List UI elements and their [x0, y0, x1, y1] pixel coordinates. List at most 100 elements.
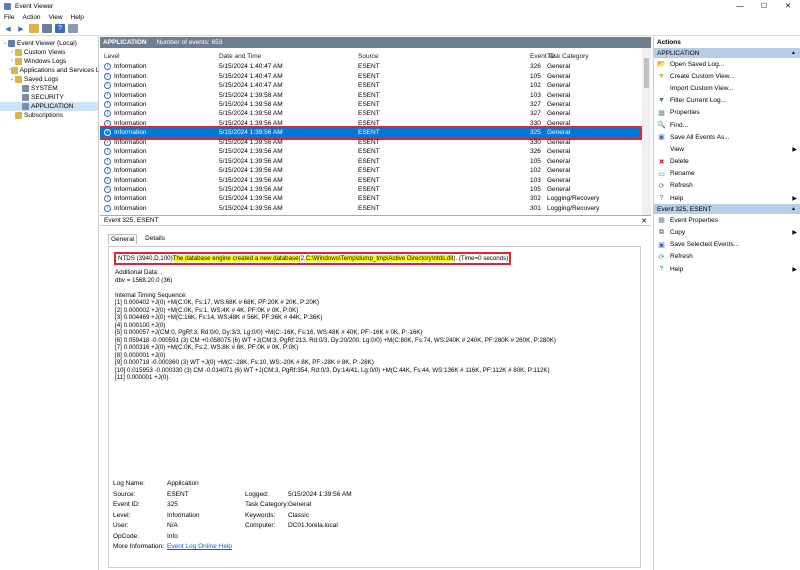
event-level-text: Information [114, 129, 147, 137]
description-line: [4] 0.000100 +J(0) [115, 321, 166, 329]
delete-icon: ✖ [658, 158, 665, 166]
event-row[interactable]: i Information 5/15/2024 1:39:56 AM ESENT 105… [100, 157, 640, 166]
event-row[interactable]: i Information 5/15/2024 1:39:58 AM ESENT 327… [100, 100, 640, 109]
action-find[interactable]: 🔍 Find... [654, 119, 800, 131]
event-list-scrollbar[interactable] [642, 48, 651, 218]
event-row[interactable]: i Information 5/15/2024 1:39:56 AM ESENT 325… [100, 126, 642, 140]
action-event-properties[interactable]: ▦ Event Properties [654, 214, 800, 226]
back-arrow-icon[interactable]: ◀ [3, 24, 13, 33]
information-icon: i [104, 100, 111, 108]
event-row[interactable]: i Information 5/15/2024 1:40:47 AM ESENT 102… [100, 81, 640, 90]
properties-icon[interactable] [42, 24, 52, 33]
center-pane: APPLICATION Number of events: 653 Level … [100, 37, 651, 570]
tab-general[interactable]: General [108, 234, 138, 244]
event-id: 327 [530, 110, 541, 118]
event-properties-icon: ▦ [658, 217, 665, 225]
column-headers: Level Date and Time Source Event ID Task… [100, 52, 640, 61]
action-refresh[interactable]: ⟳ Refresh [654, 251, 800, 263]
event-log-online-help-link[interactable]: Event Log Online Help [167, 543, 232, 550]
event-row[interactable]: i Information 5/15/2024 1:39:56 AM ESENT 330… [100, 119, 640, 128]
detail-close-icon[interactable]: ✕ [641, 217, 647, 225]
event-source: ESENT [358, 148, 380, 156]
tree-node-icon [15, 49, 22, 56]
console-icon[interactable] [68, 24, 78, 33]
event-row[interactable]: i Information 5/15/2024 1:40:47 AM ESENT 326… [100, 62, 640, 71]
description-line: [8] 0.000001 +J(0) [115, 351, 166, 359]
event-row[interactable]: i Information 5/15/2024 1:39:56 AM ESENT 103… [100, 175, 640, 184]
prop-label-event-id: Event ID: [113, 501, 140, 508]
action-open-saved-log[interactable]: 📂 Open Saved Log... [654, 58, 800, 70]
tree-item-saved-logs[interactable]: ⌄ Saved Logs [0, 75, 98, 84]
event-row[interactable]: i Information 5/15/2024 1:39:56 AM ESENT 330… [100, 138, 640, 147]
action-copy[interactable]: ⧉ Copy ▶ [654, 226, 800, 238]
collapse-icon[interactable]: ▲ [791, 50, 796, 56]
column-level[interactable]: Level [104, 53, 120, 60]
action-import-custom-view[interactable]: Import Custom View... [654, 82, 800, 94]
tree-item-security[interactable]: SECURITY [0, 93, 98, 102]
tree-item-custom-views[interactable]: › Custom Views [0, 48, 98, 57]
column-task-category[interactable]: Task Category [547, 53, 589, 60]
log-name: APPLICATION [103, 39, 147, 46]
action-label: Save All Events As... [670, 133, 730, 141]
prop-level: Information [167, 511, 200, 519]
information-icon: i [104, 157, 111, 165]
menu-view[interactable]: View [49, 14, 63, 21]
actions-section-event[interactable]: Event 325, ESENT ▲ [654, 204, 800, 215]
help-icon[interactable]: ? [55, 24, 65, 33]
event-row[interactable]: i Information 5/15/2024 1:39:56 AM ESENT 301… [100, 204, 640, 213]
column-source[interactable]: Source [358, 53, 379, 60]
prop-task-category: General [288, 501, 312, 508]
action-filter-current-log[interactable]: ▼ Filter Current Log... [654, 95, 800, 107]
actions-section-application[interactable]: APPLICATION ▲ [654, 48, 800, 58]
action-save-all-events-as[interactable]: ▣ Save All Events As... [654, 131, 800, 143]
collapse-icon[interactable]: ▲ [791, 206, 796, 212]
event-row[interactable]: i Information 5/15/2024 1:39:56 AM ESENT 105… [100, 185, 640, 194]
event-row[interactable]: i Information 5/15/2024 1:40:47 AM ESENT 105… [100, 71, 640, 80]
description-line: [10] 0.015953 -0.000330 (3) CM -0.014071… [115, 366, 550, 374]
tree-item-application[interactable]: APPLICATION [0, 102, 98, 111]
scrollbar-thumb[interactable] [644, 58, 649, 88]
find-icon: 🔍 [657, 122, 666, 130]
event-row[interactable]: i Information 5/15/2024 1:39:58 AM ESENT 327… [100, 109, 640, 118]
action-view[interactable]: View ▶ [654, 143, 800, 155]
maximize-button[interactable]: ☐ [752, 0, 776, 12]
event-id: 102 [530, 167, 541, 175]
action-help[interactable]: ? Help ▶ [654, 192, 800, 204]
action-delete[interactable]: ✖ Delete [654, 156, 800, 168]
event-date: 5/15/2024 1:39:56 AM [219, 186, 283, 194]
event-category: General [547, 148, 571, 156]
minimize-button[interactable]: — [728, 0, 752, 12]
event-row[interactable]: i Information 5/15/2024 1:39:56 AM ESENT 102… [100, 166, 640, 175]
action-create-custom-view[interactable]: ▼ Create Custom View... [654, 70, 800, 82]
event-level-text: Information [114, 100, 147, 108]
folder-icon[interactable] [29, 24, 39, 33]
column-date[interactable]: Date and Time [219, 53, 261, 60]
event-row[interactable]: i Information 5/15/2024 1:39:56 AM ESENT 326… [100, 147, 640, 156]
tree-item-applications-and-services-lo[interactable]: › Applications and Services Lo [0, 66, 98, 75]
event-date: 5/15/2024 1:39:58 AM [219, 110, 283, 118]
menu-file[interactable]: File [4, 14, 14, 21]
tree-item-subscriptions[interactable]: Subscriptions [0, 111, 98, 120]
menu-help[interactable]: Help [71, 14, 84, 21]
action-rename[interactable]: ▭ Rename [654, 168, 800, 180]
tree-item-windows-logs[interactable]: › Windows Logs [0, 57, 98, 66]
tree-item-event-viewer-local[interactable]: ⌄ Event Viewer (Local) [0, 39, 98, 48]
event-row[interactable]: i Information 5/15/2024 1:39:58 AM ESENT 103… [100, 90, 640, 99]
tree-item-system[interactable]: SYSTEM [0, 84, 98, 93]
submenu-arrow-icon: ▶ [792, 146, 797, 153]
tab-details[interactable]: Details [143, 234, 167, 244]
action-properties[interactable]: ▦ Properties [654, 107, 800, 119]
information-icon: i [104, 167, 111, 175]
menu-action[interactable]: Action [22, 14, 40, 21]
action-help[interactable]: ? Help ▶ [654, 263, 800, 275]
event-row[interactable]: i Information 5/15/2024 1:39:56 AM ESENT 302… [100, 194, 640, 203]
description-line: dbv = 1568.20.0 (36) [115, 276, 173, 284]
prop-label-user: User: [113, 522, 129, 529]
forward-arrow-icon[interactable]: ▶ [16, 24, 26, 33]
event-level: i Information [104, 100, 147, 108]
action-refresh[interactable]: ⟳ Refresh [654, 180, 800, 192]
action-save-selected-events[interactable]: ▣ Save Selected Events... [654, 239, 800, 251]
filter-current-log-icon: ▼ [658, 97, 665, 105]
close-button[interactable]: ✕ [776, 0, 800, 12]
prop-label-level: Level: [113, 511, 131, 519]
